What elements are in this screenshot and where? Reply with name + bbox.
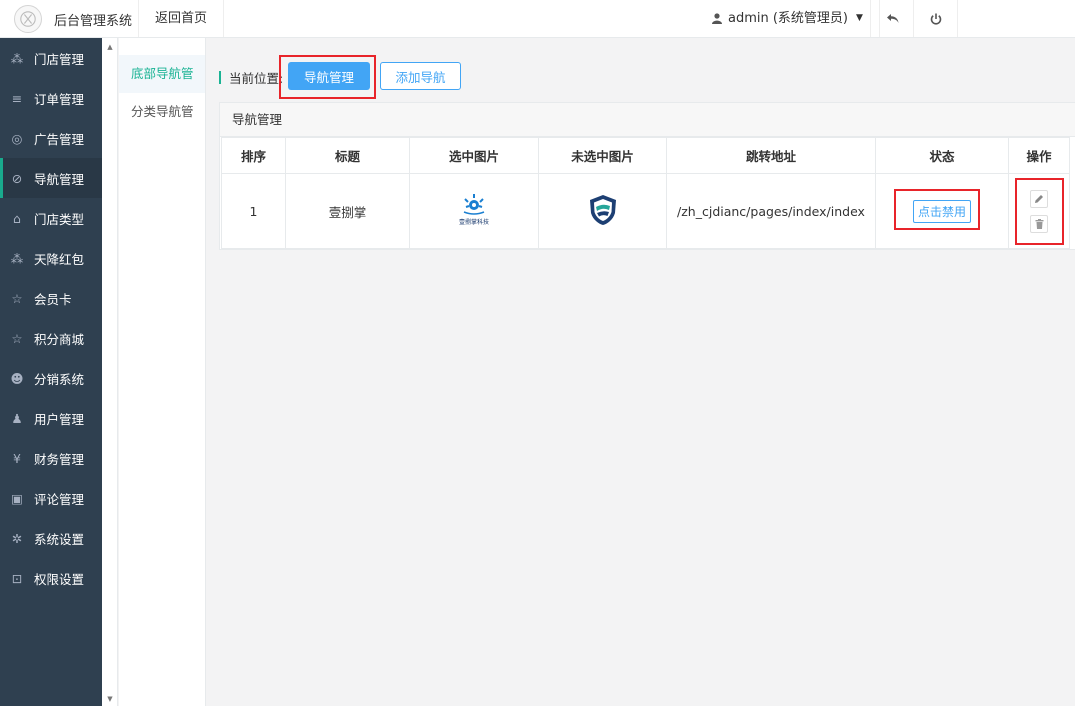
subnav-item-category-nav[interactable]: 分类导航管 (119, 93, 205, 131)
column-header: 跳转地址 (666, 137, 876, 174)
cubes-icon: ⁂ (10, 50, 24, 66)
sidebar-item-settings[interactable]: ✲ 系统设置 (0, 518, 102, 558)
sidebar-item-finance[interactable]: ¥ 财务管理 (0, 438, 102, 478)
sidebar-item-label: 财务管理 (34, 451, 85, 467)
sidebar-item-label: 权限设置 (34, 571, 85, 587)
column-header: 状态 (875, 137, 1009, 174)
sidebar-item-navigation[interactable]: ⊘ 导航管理 (0, 158, 102, 198)
sidebar-item-member-card[interactable]: ☆ 会员卡 (0, 278, 102, 318)
yen-icon: ¥ (13, 450, 21, 466)
sidebar-item-store[interactable]: ⁂ 门店管理 (0, 38, 102, 78)
money-icon: ▣ (11, 490, 23, 506)
sidebar-item-label: 用户管理 (34, 411, 85, 427)
sidebar-item-store-type[interactable]: ⌂ 门店类型 (0, 198, 102, 238)
order-cell: 1 (221, 173, 286, 249)
column-header: 标题 (285, 137, 410, 174)
column-header: 未选中图片 (538, 137, 667, 174)
selected-image-text: 壹捌掌科技 (459, 218, 489, 226)
users-icon: ☻ (10, 370, 24, 386)
sidebar-item-comments[interactable]: ▣ 评论管理 (0, 478, 102, 518)
actions-cell (1008, 173, 1070, 249)
reply-icon (886, 14, 898, 23)
add-nav-button[interactable]: 添加导航 (380, 62, 461, 90)
sidebar-item-red-packet[interactable]: ⁂ 天降红包 (0, 238, 102, 278)
lifebuoy-icon: ◎ (11, 130, 23, 146)
sidebar-item-permissions[interactable]: ⊡ 权限设置 (0, 558, 102, 598)
star-icon: ☆ (11, 330, 23, 346)
column-header: 选中图片 (409, 137, 539, 174)
user-icon: ♟ (11, 410, 23, 426)
cubes-icon: ⁂ (10, 250, 24, 266)
subnav-item-bottom-nav[interactable]: 底部导航管 (119, 55, 205, 93)
list-icon: ≡ (11, 90, 23, 106)
sidebar-scrollbar[interactable]: ▲ ▼ (102, 38, 118, 706)
sidebar-item-label: 门店管理 (34, 51, 85, 67)
star-icon: ☆ (11, 290, 23, 306)
breadcrumb-label: 当前位置: (229, 71, 284, 86)
sidebar-item-label: 积分商城 (34, 331, 85, 347)
unselected-image-cell (538, 173, 667, 249)
logout-button[interactable] (914, 0, 958, 37)
sidebar-item-distribution[interactable]: ☻ 分销系统 (0, 358, 102, 398)
main-content: 当前位置: 导航管理 添加导航 导航管理 排序 标题 选中图片 未选中图片 跳转… (207, 38, 1075, 706)
pencil-icon (1035, 194, 1043, 203)
nav-table: 排序 标题 选中图片 未选中图片 跳转地址 状态 操作 1 壹捌掌 壹捌掌科技 … (221, 137, 1070, 249)
column-header: 排序 (221, 137, 286, 174)
scroll-up-icon[interactable]: ▲ (105, 43, 115, 51)
shield-logo-icon (589, 194, 616, 225)
compass-icon: ⊘ (11, 170, 23, 186)
panel-title: 导航管理 (220, 103, 1075, 137)
sidebar-item-label: 评论管理 (34, 491, 85, 507)
disable-button[interactable]: 点击禁用 (912, 199, 971, 223)
sidebar-item-label: 门店类型 (34, 211, 85, 227)
top-header: 后台管理系统 返回首页 admin (系统管理员) ▼ (0, 0, 1075, 38)
gear-icon: ✲ (11, 530, 23, 546)
user-name: admin (系统管理员) (728, 11, 849, 26)
unlock-icon: ⊡ (11, 570, 23, 586)
caret-down-icon: ▼ (856, 13, 863, 23)
selected-image-cell: 壹捌掌科技 (409, 173, 539, 249)
sidebar-item-label: 订单管理 (34, 91, 85, 107)
undo-button[interactable] (870, 0, 914, 37)
scroll-down-icon[interactable]: ▼ (105, 695, 115, 703)
sidebar: ⁂ 门店管理 ≡ 订单管理 ◎ 广告管理 ⊘ 导航管理 ⌂ 门店类型 ⁂ 天降红包 ☆ 会员卡… (0, 38, 102, 706)
status-cell: 点击禁用 (875, 173, 1009, 249)
table-header-row: 排序 标题 选中图片 未选中图片 跳转地址 状态 操作 (221, 137, 1070, 174)
sidebar-item-label: 分销系统 (34, 371, 85, 387)
breadcrumb-marker (219, 71, 221, 84)
nav-table-panel: 导航管理 排序 标题 选中图片 未选中图片 跳转地址 状态 操作 1 壹捌掌 壹… (219, 102, 1075, 250)
url-cell: /zh_cjdianc/pages/index/index (666, 173, 876, 249)
sidebar-item-points-mall[interactable]: ☆ 积分商城 (0, 318, 102, 358)
trash-icon (1035, 218, 1043, 229)
sidebar-item-orders[interactable]: ≡ 订单管理 (0, 78, 102, 118)
nav-manage-button[interactable]: 导航管理 (288, 62, 370, 90)
selected-image-logo: 壹捌掌科技 (459, 193, 489, 226)
breadcrumb: 当前位置: (219, 68, 283, 87)
logo-icon (20, 11, 36, 27)
sidebar-item-users[interactable]: ♟ 用户管理 (0, 398, 102, 438)
table-row: 1 壹捌掌 壹捌掌科技 /zh_cjdianc/pages/index/inde… (221, 173, 1070, 249)
sub-navigation: 底部导航管 分类导航管 (119, 38, 206, 706)
user-icon (712, 13, 722, 24)
edit-button[interactable] (1030, 189, 1048, 208)
app-logo[interactable] (14, 5, 42, 33)
app-title: 后台管理系统 (54, 14, 133, 29)
title-cell: 壹捌掌 (285, 173, 410, 249)
sidebar-item-label: 天降红包 (34, 251, 85, 267)
bank-icon: ⌂ (13, 210, 21, 226)
delete-button[interactable] (1030, 214, 1048, 233)
sidebar-item-label: 导航管理 (34, 171, 85, 187)
sidebar-item-label: 系统设置 (34, 531, 85, 547)
back-home-link[interactable]: 返回首页 (138, 0, 225, 37)
column-header: 操作 (1008, 137, 1070, 174)
user-menu[interactable]: admin (系统管理员) ▼ (700, 0, 880, 37)
row-actions (1009, 189, 1069, 233)
power-icon (930, 13, 941, 25)
sidebar-item-ads[interactable]: ◎ 广告管理 (0, 118, 102, 158)
sidebar-item-label: 会员卡 (34, 291, 72, 307)
sidebar-item-label: 广告管理 (34, 131, 85, 147)
